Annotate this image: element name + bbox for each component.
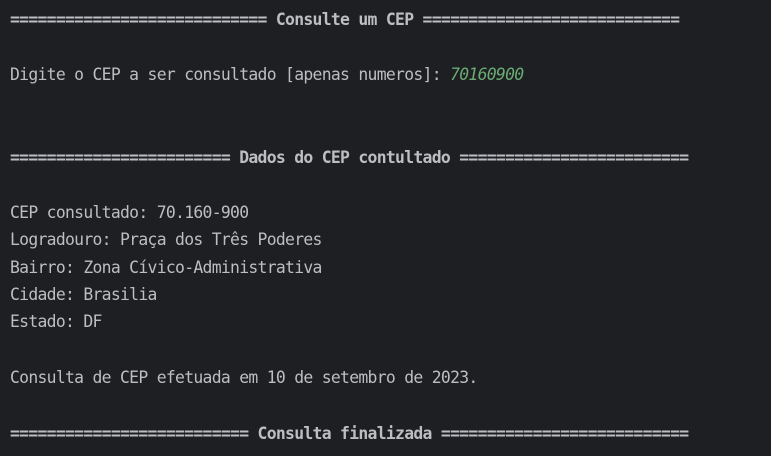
results-banner: ======================== Dados do CEP co… [10, 148, 689, 167]
console-output[interactable]: ============================ Consulte um… [0, 0, 771, 456]
result-cep: CEP consultado: 70.160-900 [10, 203, 249, 222]
prompt-label: Digite o CEP a ser consultado [apenas nu… [10, 65, 451, 84]
footer-banner: ========================== Consulta fina… [10, 424, 689, 443]
result-bairro: Bairro: Zona Cívico-Administrativa [10, 258, 322, 277]
result-estado: Estado: DF [10, 312, 102, 331]
header-banner: ============================ Consulte um… [10, 10, 680, 29]
result-logradouro: Logradouro: Praça dos Três Poderes [10, 230, 322, 249]
result-cidade: Cidade: Brasilia [10, 285, 157, 304]
cep-user-input: 70160900 [450, 65, 524, 84]
cep-prompt: Digite o CEP a ser consultado [apenas nu… [10, 65, 524, 85]
summary-line: Consulta de CEP efetuada em 10 de setemb… [10, 368, 478, 387]
